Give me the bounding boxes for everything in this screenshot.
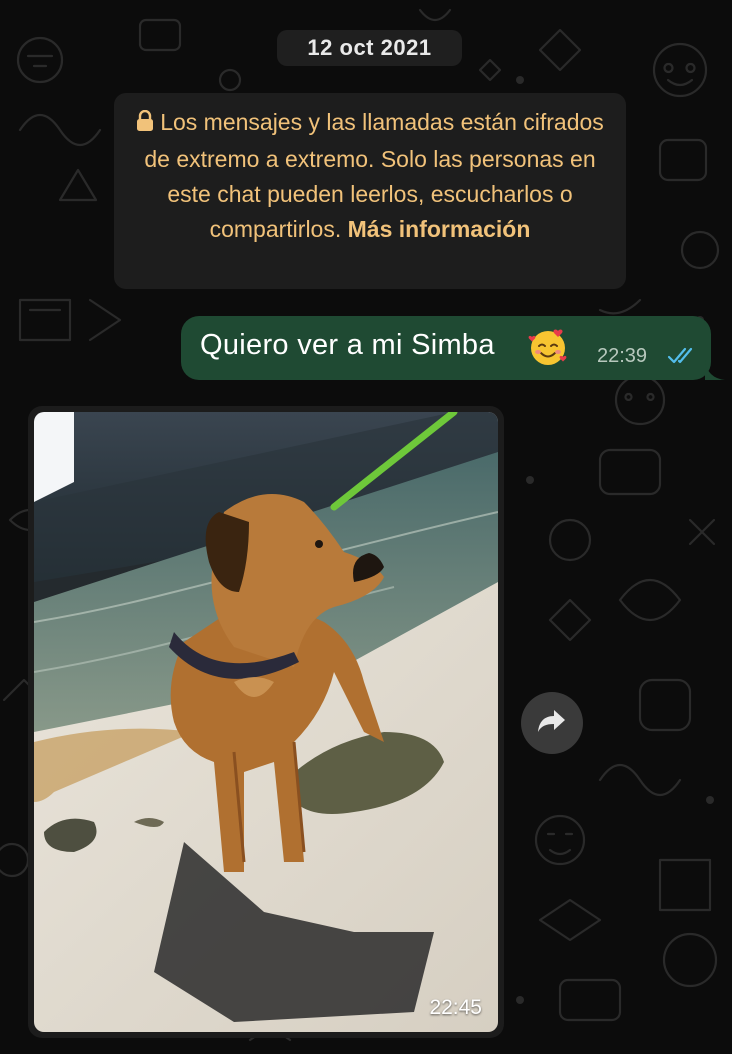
- message-time: 22:39: [597, 345, 648, 367]
- more-info-link[interactable]: Más información: [348, 216, 531, 242]
- dog-photo[interactable]: 22:45: [34, 412, 498, 1032]
- lock-icon: [136, 107, 154, 142]
- bubble-tail: [705, 360, 725, 380]
- forward-button[interactable]: [521, 692, 583, 754]
- incoming-image-message[interactable]: 22:45: [28, 406, 504, 1038]
- smiling-face-with-hearts-icon: [528, 327, 568, 372]
- chat-view: 12 oct 2021 Los mensajes y las llamadas …: [0, 0, 732, 1054]
- encryption-notice[interactable]: Los mensajes y las llamadas están cifrad…: [114, 93, 626, 289]
- forward-icon: [537, 708, 567, 739]
- image-message-time: 22:45: [429, 996, 482, 1019]
- date-separator: 12 oct 2021: [277, 30, 462, 66]
- double-check-icon: [667, 347, 697, 370]
- message-text: Quiero ver a mi Simba: [200, 329, 495, 361]
- outgoing-message[interactable]: Quiero ver a mi Simba 22:39: [181, 316, 725, 380]
